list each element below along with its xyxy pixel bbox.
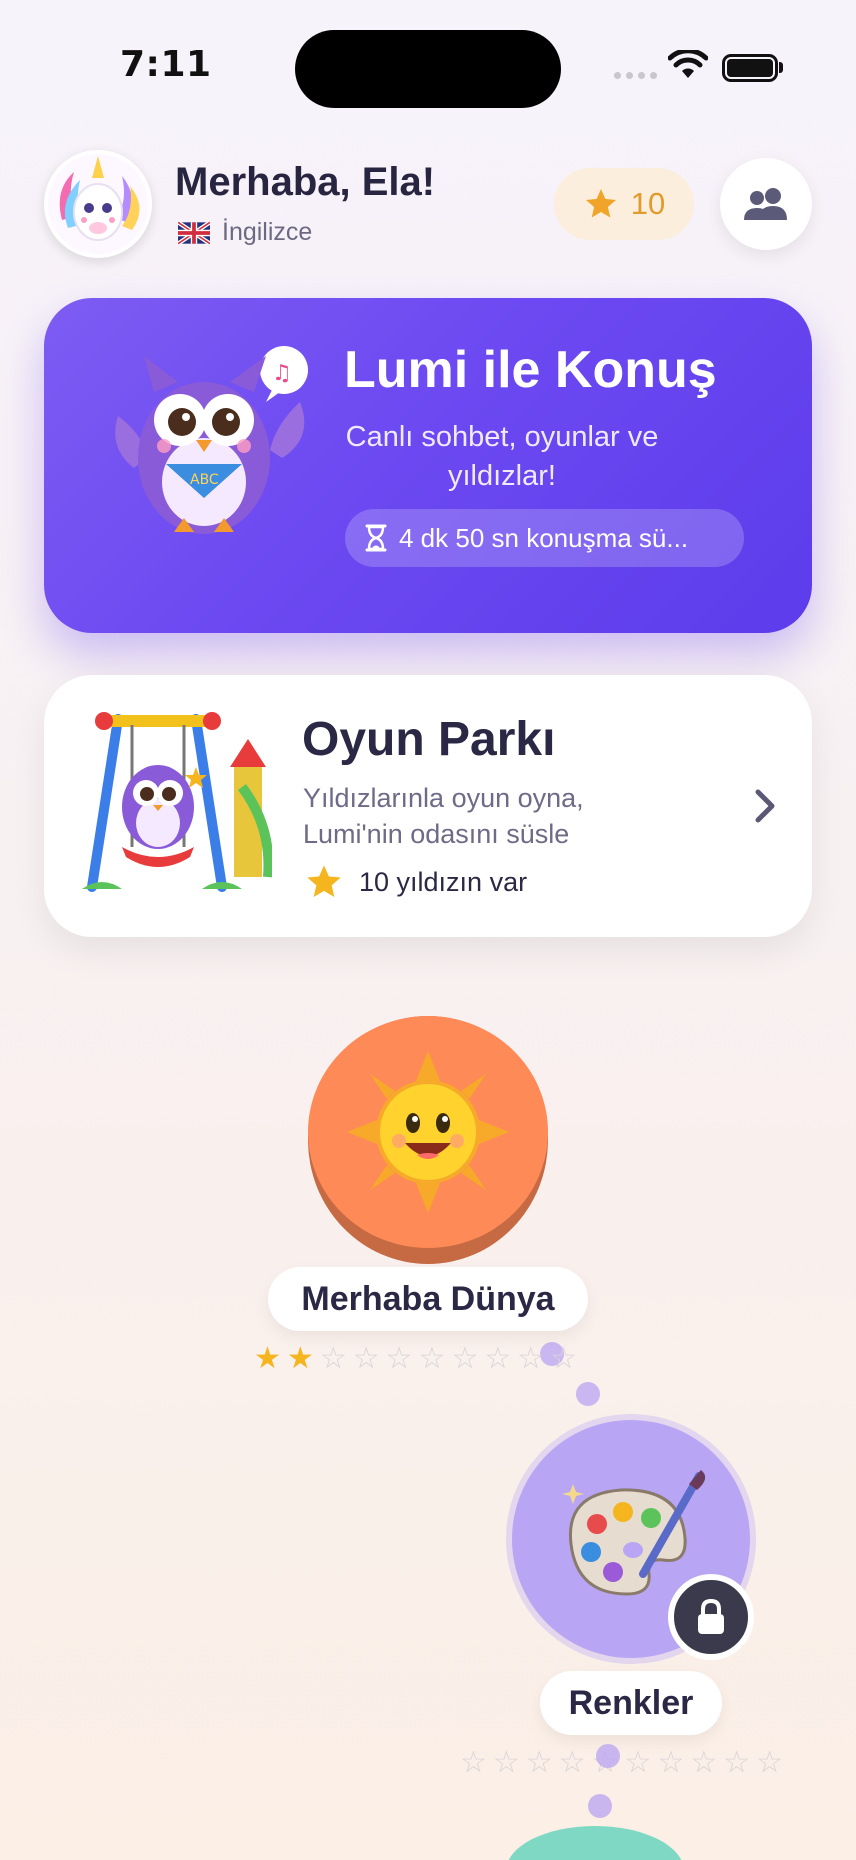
greeting-title: Merhaba, Ela! — [175, 160, 436, 204]
star-empty-icon: ☆ — [460, 1745, 487, 1780]
chevron-right-icon[interactable] — [750, 786, 780, 826]
star-icon — [585, 189, 616, 218]
hourglass-icon — [365, 524, 387, 552]
talk-time-badge: 4 dk 50 sn konuşma sü... — [345, 509, 744, 567]
star-empty-icon: ☆ — [484, 1341, 512, 1376]
star-empty-icon: ☆ — [385, 1341, 413, 1376]
lumi-card-title: Lumi ile Konuş — [344, 341, 717, 399]
star-empty-icon: ☆ — [550, 1341, 578, 1376]
sun-icon — [347, 1051, 509, 1213]
locked-badge — [668, 1574, 754, 1660]
star-empty-icon: ☆ — [756, 1745, 784, 1780]
cellular-signal-icon — [614, 72, 657, 79]
swing-owl-icon — [82, 712, 272, 892]
family-button[interactable] — [720, 158, 812, 250]
lesson-title[interactable]: Renkler — [540, 1671, 722, 1735]
battery-tip — [779, 62, 783, 73]
star-empty-icon: ☆ — [525, 1745, 553, 1780]
star-icon — [307, 865, 341, 897]
star-filled-icon: ★ — [286, 1341, 314, 1376]
svg-text:ABC: ABC — [190, 472, 219, 488]
dynamic-island — [295, 30, 561, 108]
lesson-stars: ☆ ☆ ☆ ☆ ☆ ☆ ☆ ☆ ☆ ☆ — [460, 1748, 783, 1778]
star-empty-icon: ☆ — [558, 1745, 586, 1780]
lesson-node-face — [308, 1016, 548, 1248]
language-label: İngilizce — [222, 218, 313, 246]
star-empty-icon: ☆ — [690, 1745, 718, 1780]
star-empty-icon: ☆ — [723, 1745, 751, 1780]
uk-flag-icon — [178, 221, 210, 244]
lumi-card-subtitle: Canlı sohbet, oyunlar ve yıldızlar! — [345, 421, 659, 492]
playground-title: Oyun Parkı — [302, 713, 556, 766]
star-empty-icon: ☆ — [657, 1745, 685, 1780]
star-empty-icon: ☆ — [492, 1745, 520, 1780]
path-dot — [588, 1794, 612, 1818]
playground-subtitle: Yıldızlarınla oyun oyna, Lumi'nin odasın… — [303, 783, 584, 849]
star-empty-icon: ☆ — [451, 1341, 479, 1376]
star-count: 10 — [630, 186, 666, 221]
lesson-node-merhaba-dunya[interactable] — [308, 1016, 548, 1264]
playground-stars-text: 10 yıldızın var — [359, 866, 528, 897]
talk-time-text: 4 dk 50 sn konuşma sü... — [399, 522, 689, 553]
star-empty-icon: ☆ — [418, 1341, 446, 1376]
lesson-node-next[interactable] — [506, 1826, 684, 1860]
lesson-stars: ★ ★ ☆ ☆ ☆ ☆ ☆ ☆ ☆ ☆ — [254, 1344, 577, 1374]
star-empty-icon: ☆ — [319, 1341, 347, 1376]
star-empty-icon: ☆ — [352, 1341, 380, 1376]
playground-star-count: 10 yıldızın var — [303, 862, 527, 902]
star-balance-badge[interactable]: 10 — [554, 168, 694, 240]
star-empty-icon: ☆ — [624, 1745, 652, 1780]
star-empty-icon: ☆ — [517, 1341, 545, 1376]
star-filled-icon: ★ — [254, 1341, 281, 1376]
path-dot — [576, 1382, 600, 1406]
language-selector[interactable]: İngilizce — [178, 218, 312, 247]
battery-icon — [722, 54, 778, 82]
owl-mascot-icon: ♫ ABC — [115, 346, 308, 534]
avatar[interactable] — [44, 150, 152, 258]
wifi-icon — [668, 50, 708, 78]
unicorn-icon — [48, 154, 148, 254]
status-time: 7:11 — [120, 44, 212, 85]
lock-icon — [698, 1598, 724, 1634]
lesson-title[interactable]: Merhaba Dünya — [268, 1267, 588, 1331]
path-dot — [596, 1744, 620, 1768]
svg-text:♫: ♫ — [272, 361, 292, 386]
people-icon — [744, 188, 787, 220]
